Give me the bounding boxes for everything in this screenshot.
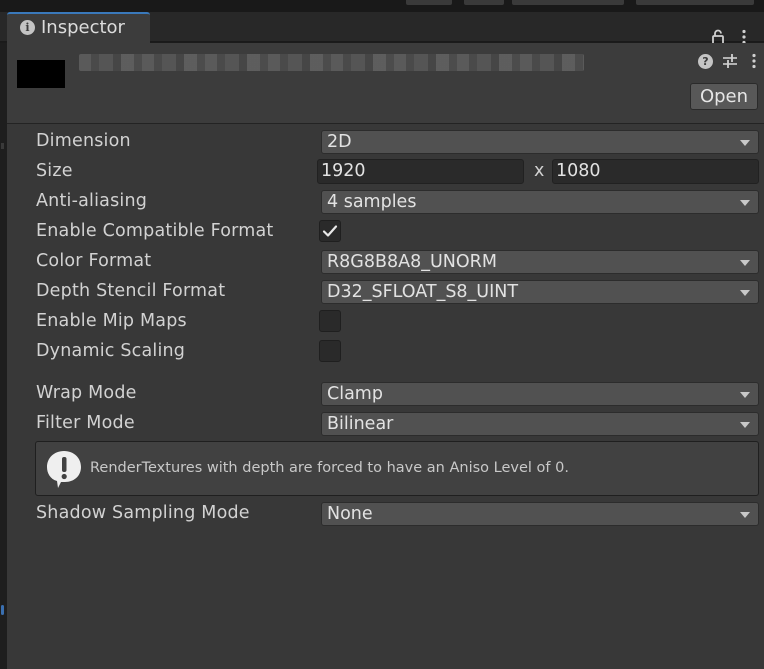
top-toolbar-strip — [0, 0, 764, 12]
depth-stencil-format-value: D32_SFLOAT_S8_UINT — [327, 282, 519, 302]
inspector-header: ? Open — [7, 43, 764, 124]
dynamic-scaling-label: Dynamic Scaling — [36, 341, 186, 361]
help-message: RenderTextures with depth are forced to … — [90, 460, 569, 476]
chevron-down-icon — [740, 422, 750, 428]
filter-mode-dropdown[interactable]: Bilinear — [321, 412, 759, 436]
presets-icon[interactable] — [722, 53, 738, 69]
depth-stencil-format-label: Depth Stencil Format — [36, 281, 226, 301]
chevron-down-icon — [740, 200, 750, 206]
size-width-field[interactable]: 1920 — [317, 159, 524, 184]
tab-inspector[interactable]: i Inspector — [7, 12, 150, 43]
dimension-value: 2D — [327, 132, 352, 152]
anti-aliasing-label: Anti-aliasing — [36, 191, 148, 211]
size-width-value: 1920 — [321, 161, 366, 181]
toolbar-button[interactable] — [512, 0, 624, 5]
checkmark-icon — [322, 225, 338, 237]
tab-bar: i Inspector — [0, 12, 764, 45]
filter-mode-label: Filter Mode — [36, 413, 135, 433]
edge-marker — [1, 605, 4, 615]
shadow-sampling-mode-label: Shadow Sampling Mode — [36, 503, 250, 523]
chevron-down-icon — [740, 392, 750, 398]
warning-speech-icon — [47, 451, 81, 488]
toolbar-button[interactable] — [636, 0, 754, 5]
edge-marker — [1, 143, 4, 149]
chevron-down-icon — [740, 140, 750, 146]
color-format-label: Color Format — [36, 251, 152, 271]
depth-stencil-format-dropdown[interactable]: D32_SFLOAT_S8_UINT — [321, 280, 759, 304]
anti-aliasing-value: 4 samples — [327, 192, 417, 212]
toolbar-button[interactable] — [464, 0, 504, 5]
wrap-mode-label: Wrap Mode — [36, 383, 137, 403]
size-label: Size — [36, 161, 73, 181]
inspector-panel: ? Open Dimension 2D Size 1920 x 1080 Ant… — [7, 43, 764, 669]
enable-mip-maps-label: Enable Mip Maps — [36, 311, 187, 331]
wrap-mode-dropdown[interactable]: Clamp — [321, 382, 759, 406]
chevron-down-icon — [740, 512, 750, 518]
left-edge — [0, 43, 7, 669]
shadow-sampling-mode-value: None — [327, 504, 373, 524]
enable-compatible-format-label: Enable Compatible Format — [36, 221, 274, 241]
asset-name-redacted — [79, 54, 584, 71]
warning-help-box: RenderTextures with depth are forced to … — [35, 441, 759, 496]
toolbar-button[interactable] — [406, 0, 452, 5]
info-icon: i — [20, 20, 35, 35]
chevron-down-icon — [740, 260, 750, 266]
size-height-field[interactable]: 1080 — [552, 159, 759, 184]
help-icon[interactable]: ? — [698, 54, 713, 69]
chevron-down-icon — [740, 290, 750, 296]
asset-preview-thumbnail — [17, 60, 65, 88]
tab-title: Inspector — [41, 17, 125, 38]
dynamic-scaling-checkbox[interactable] — [319, 340, 341, 362]
shadow-sampling-mode-dropdown[interactable]: None — [321, 502, 759, 526]
color-format-dropdown[interactable]: R8G8B8A8_UNORM — [321, 250, 759, 274]
size-height-value: 1080 — [556, 161, 601, 181]
anti-aliasing-dropdown[interactable]: 4 samples — [321, 190, 759, 214]
open-button[interactable]: Open — [690, 83, 758, 110]
color-format-value: R8G8B8A8_UNORM — [327, 252, 497, 272]
dimension-label: Dimension — [36, 131, 131, 151]
filter-mode-value: Bilinear — [327, 414, 394, 434]
enable-compatible-format-checkbox[interactable] — [319, 220, 341, 242]
size-separator: x — [534, 161, 545, 181]
dimension-dropdown[interactable]: 2D — [321, 130, 759, 154]
kebab-menu-icon[interactable] — [750, 53, 758, 69]
enable-mip-maps-checkbox[interactable] — [319, 310, 341, 332]
wrap-mode-value: Clamp — [327, 384, 383, 404]
